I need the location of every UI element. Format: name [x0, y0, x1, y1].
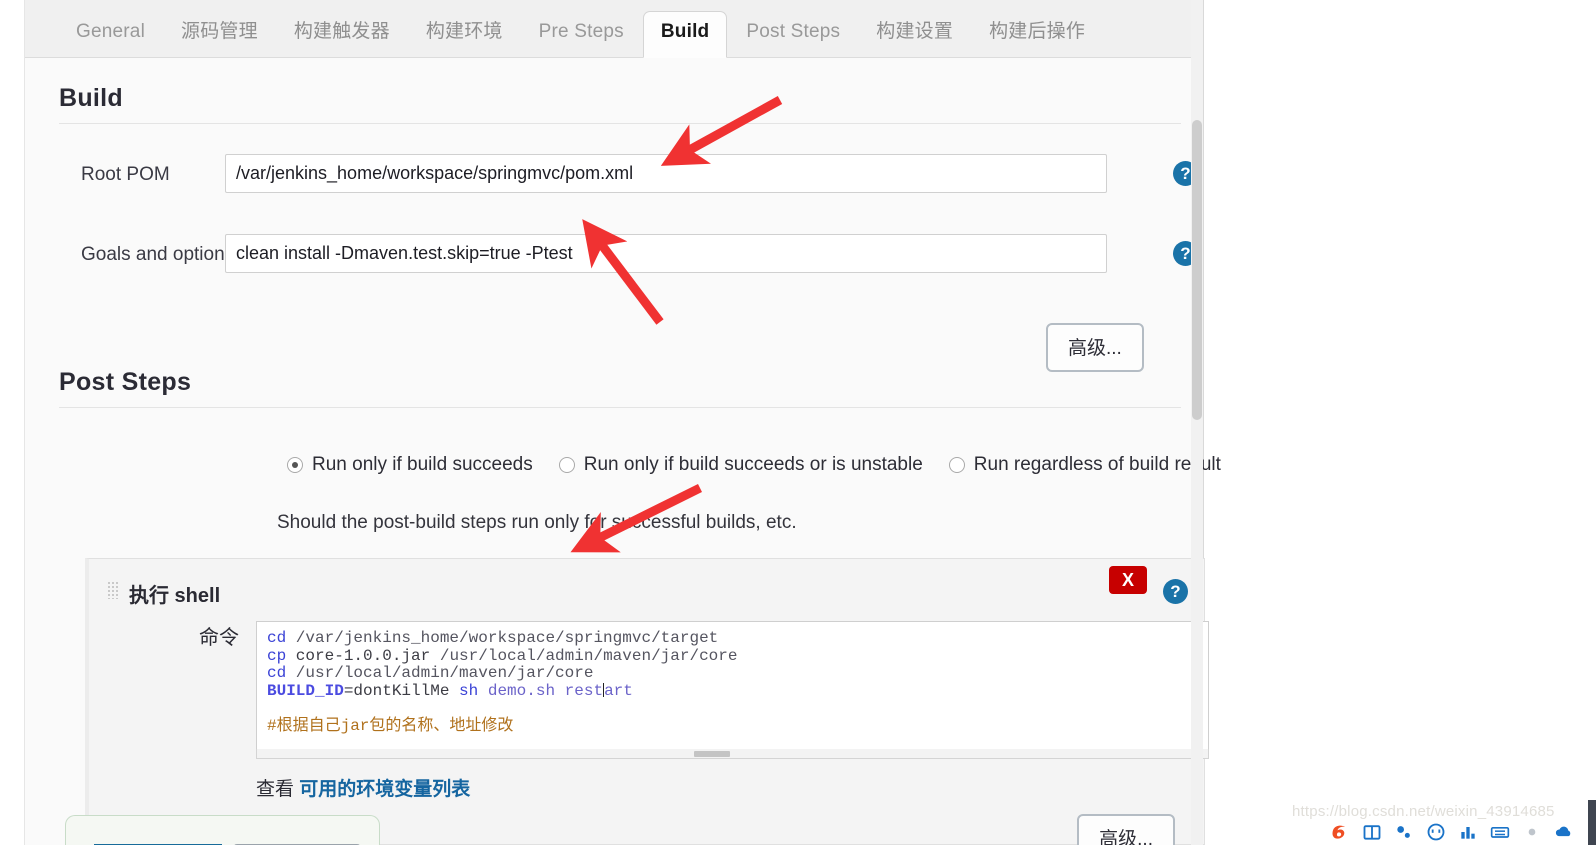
- command-token: /var/jenkins_home/workspace/springmvc/ta…: [286, 629, 719, 647]
- root-pom-input[interactable]: [225, 154, 1107, 193]
- tab-构建触发器[interactable]: 构建触发器: [277, 12, 407, 57]
- drag-handle-icon[interactable]: [107, 581, 119, 599]
- page-scrollbar-thumb[interactable]: [1192, 120, 1202, 420]
- chart-icon[interactable]: [1458, 822, 1478, 842]
- dot-icon[interactable]: [1522, 822, 1542, 842]
- goals-label: Goals and options: [81, 244, 235, 265]
- command-token: /usr/local/admin/maven/jar/core: [286, 664, 594, 682]
- build-section-title: Build: [59, 84, 123, 112]
- taskbar: [1330, 822, 1596, 842]
- post-steps-advanced-wrap: 高级...: [1077, 814, 1175, 845]
- command-label: 命令: [199, 627, 239, 649]
- command-token: core-1.0.0.jar: [286, 646, 431, 665]
- post-steps-hint: Should the post-build steps run only for…: [277, 512, 797, 533]
- env-variables-link[interactable]: 可用的环境变量列表: [299, 779, 470, 800]
- command-line: cp core-1.0.0.jar /usr/local/admin/maven…: [267, 646, 1198, 666]
- command-token: BUILD_ID: [267, 681, 344, 700]
- watermark-text: https://blog.csdn.net/weixin_43914685: [1292, 803, 1555, 820]
- command-token: cp: [267, 646, 287, 665]
- tab-构建设置[interactable]: 构建设置: [859, 12, 970, 57]
- page-scrollbar[interactable]: [1191, 0, 1203, 845]
- jenkins-config-page: General 源码管理 构建触发器 构建环境 Pre Steps Build Post S…: [24, 0, 1221, 845]
- post-steps-radio-2[interactable]: [948, 457, 965, 473]
- screen: General 源码管理 构建触发器 构建环境 Pre Steps Build Post S…: [0, 0, 1596, 845]
- emoji-icon[interactable]: [1426, 822, 1446, 842]
- env-variables-line: 查看 可用的环境变量列表: [256, 774, 470, 801]
- command-token: sh: [459, 681, 479, 700]
- goals-input[interactable]: [225, 234, 1107, 273]
- post-steps-radio-0[interactable]: [287, 457, 303, 473]
- command-token: cd: [267, 664, 287, 682]
- taskbar-right-edge: [1588, 800, 1596, 845]
- sogou-icon[interactable]: [1330, 822, 1350, 842]
- post-steps-radio-label-2: Run regardless of build result: [973, 454, 1221, 475]
- command-line: #根据自己jar包的名称、地址修改: [267, 716, 1198, 736]
- tab-构建后操作[interactable]: 构建后操作: [972, 12, 1102, 57]
- form-action-bar: 保存 应用: [65, 815, 380, 845]
- tab-build[interactable]: Build: [642, 11, 728, 58]
- command-token: #根据自己jar包的名称、地址修改: [267, 716, 514, 735]
- weather-icon[interactable]: [1394, 822, 1414, 842]
- tab-post-steps[interactable]: Post Steps: [729, 12, 857, 57]
- post-steps-radio-group: Run only if build succeeds Run only if bu…: [25, 454, 1221, 476]
- command-line: BUILD_ID=dontKillMe sh demo.sh restart: [267, 681, 1198, 701]
- command-line: cd /var/jenkins_home/workspace/springmvc…: [267, 629, 1198, 648]
- tab-general[interactable]: General: [59, 12, 162, 57]
- build-section-divider: [59, 123, 1181, 124]
- post-steps-radio-label-0: Run only if build succeeds: [312, 454, 533, 475]
- config-tab-bar: General 源码管理 构建触发器 构建环境 Pre Steps Build Post S…: [25, 0, 1203, 58]
- tab-构建环境[interactable]: 构建环境: [409, 12, 520, 57]
- keyboard-icon[interactable]: [1490, 822, 1510, 842]
- command-token: =dontKillMe: [343, 681, 460, 700]
- command-token: cd: [267, 629, 287, 647]
- post-steps-radio-label-1: Run only if build succeeds or is unstabl…: [583, 454, 923, 475]
- command-token: /usr/local/admin/maven/jar/core: [430, 646, 738, 665]
- command-token: demo.sh: [478, 681, 556, 700]
- root-pom-row: Root POM ?: [25, 138, 1203, 196]
- command-horizontal-scrollbar[interactable]: [256, 749, 1209, 759]
- goals-row: Goals and options ?: [25, 218, 1203, 276]
- execute-shell-panel: 执行 shell X ? 命令 cd /var/jenkins_home/wor…: [85, 558, 1209, 845]
- post-steps-radio-1[interactable]: [558, 457, 575, 473]
- window-icon[interactable]: [1362, 822, 1382, 842]
- post-steps-title: Post Steps: [59, 368, 192, 396]
- cloud-icon[interactable]: [1554, 822, 1574, 842]
- command-textarea[interactable]: cd /var/jenkins_home/workspace/springmvc…: [256, 621, 1209, 751]
- command-line: cd /usr/local/admin/maven/jar/core: [267, 664, 1198, 683]
- command-scrollbar-thumb[interactable]: [694, 751, 731, 757]
- root-pom-label: Root POM: [81, 164, 170, 185]
- post-steps-advanced-button[interactable]: 高级...: [1077, 814, 1175, 845]
- tab-pre-steps[interactable]: Pre Steps: [522, 12, 641, 57]
- remove-step-button[interactable]: X: [1109, 566, 1147, 594]
- command-token: art: [604, 681, 633, 700]
- shell-help-icon[interactable]: ?: [1163, 579, 1188, 604]
- command-token: rest: [555, 681, 604, 700]
- execute-shell-header: 执行 shell X ?: [89, 559, 1204, 621]
- post-steps-divider: [59, 407, 1181, 408]
- config-body: Build Root POM ? Goals and options ? 高级.…: [25, 58, 1221, 845]
- build-advanced-button[interactable]: 高级...: [1046, 323, 1144, 372]
- execute-shell-title: 执行 shell: [129, 585, 221, 607]
- tab-源码管理[interactable]: 源码管理: [164, 12, 275, 57]
- env-prefix-text: 查看: [256, 779, 300, 800]
- command-line: [267, 700, 1198, 718]
